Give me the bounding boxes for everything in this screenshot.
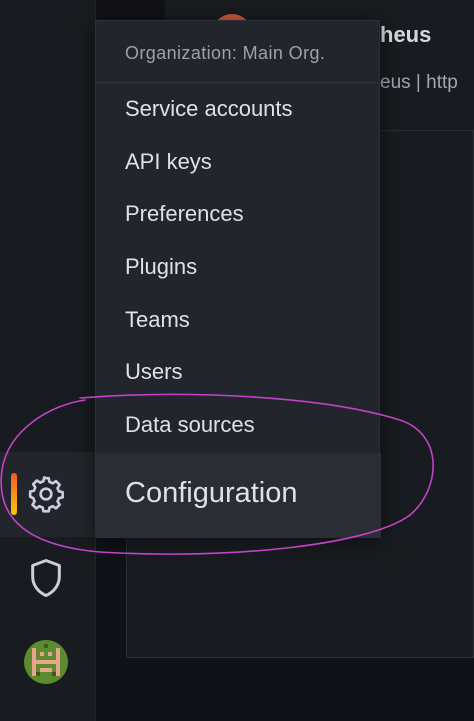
- menu-item-teams[interactable]: Teams: [96, 294, 379, 347]
- menu-item-api-keys[interactable]: API keys: [96, 136, 379, 189]
- user-avatar[interactable]: [24, 640, 68, 684]
- menu-item-service-accounts[interactable]: Service accounts: [96, 83, 379, 136]
- sidebar: [0, 0, 96, 721]
- shield-icon[interactable]: [29, 558, 63, 598]
- gear-icon[interactable]: [26, 474, 66, 514]
- menu-section-title[interactable]: Configuration: [96, 453, 381, 538]
- menu-item-preferences[interactable]: Preferences: [96, 188, 379, 241]
- configuration-dropdown-menu: Organization: Main Org. Service accounts…: [95, 20, 381, 538]
- active-indicator: [11, 473, 17, 515]
- menu-item-data-sources[interactable]: Data sources: [96, 399, 379, 452]
- menu-org-header: Organization: Main Org.: [96, 21, 379, 83]
- menu-item-users[interactable]: Users: [96, 346, 379, 399]
- page-subtitle: eus | http: [380, 72, 458, 93]
- menu-item-plugins[interactable]: Plugins: [96, 241, 379, 294]
- page-title: heus: [380, 22, 432, 47]
- menu-title-label: Configuration: [125, 477, 298, 509]
